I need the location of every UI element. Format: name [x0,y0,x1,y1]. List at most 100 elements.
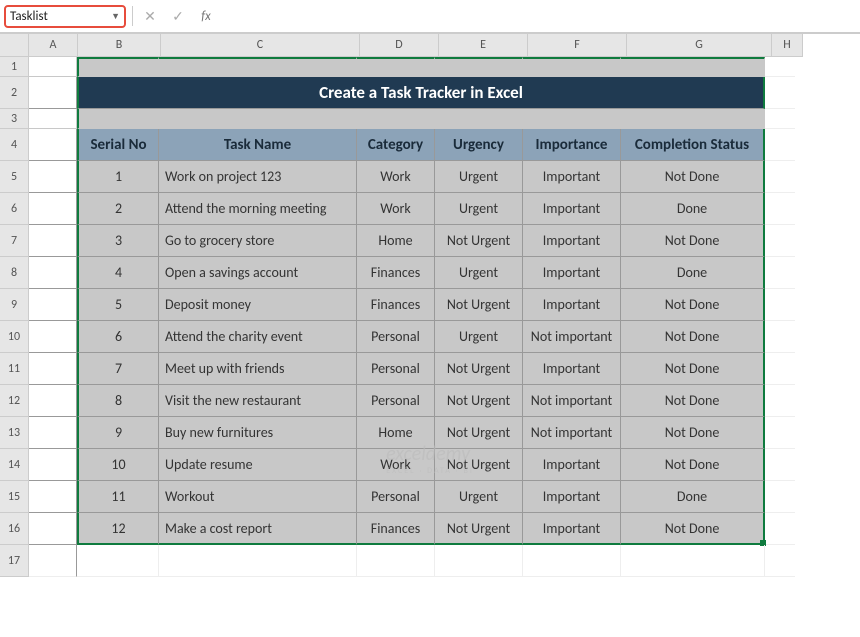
cell[interactable] [765,77,795,109]
col-header[interactable]: G [627,34,772,57]
cell[interactable] [765,417,795,449]
col-header[interactable]: H [772,34,803,57]
cell[interactable] [77,109,159,129]
cell-serial[interactable]: 11 [77,481,159,513]
cell[interactable] [159,57,357,77]
cell[interactable] [29,449,77,481]
cell-category[interactable]: Personal [357,385,435,417]
row-header[interactable]: 3 [0,109,29,129]
col-header[interactable]: F [528,34,627,57]
cell[interactable] [765,321,795,353]
select-all-button[interactable] [0,34,29,57]
fx-icon[interactable]: fx [195,9,217,24]
cell[interactable] [29,321,77,353]
row-header[interactable]: 10 [0,321,29,353]
cell-task[interactable]: Meet up with friends [159,353,357,385]
cell-category[interactable]: Finances [357,257,435,289]
cell-urgency[interactable]: Not Urgent [435,385,523,417]
cell[interactable] [159,109,357,129]
cell[interactable] [29,513,77,545]
cell-category[interactable]: Work [357,193,435,225]
header-cell[interactable]: Category [357,129,435,161]
row-header[interactable]: 4 [0,129,29,161]
cell-category[interactable]: Home [357,225,435,257]
cell[interactable] [765,385,795,417]
cell[interactable] [29,257,77,289]
cell-urgency[interactable]: Urgent [435,193,523,225]
cell-task[interactable]: Visit the new restaurant [159,385,357,417]
cell[interactable] [29,289,77,321]
row-header[interactable]: 8 [0,257,29,289]
cell-status[interactable]: Not Done [621,321,765,353]
cell[interactable] [29,193,77,225]
cell-status[interactable]: Done [621,193,765,225]
cell[interactable] [765,257,795,289]
cell-category[interactable]: Work [357,161,435,193]
cell[interactable] [621,57,765,77]
row-header[interactable]: 11 [0,353,29,385]
cell-category[interactable]: Personal [357,321,435,353]
cell[interactable] [29,225,77,257]
cell-task[interactable]: Workout [159,481,357,513]
cell-status[interactable]: Not Done [621,513,765,545]
cell-serial[interactable]: 5 [77,289,159,321]
cell-task[interactable]: Work on project 123 [159,161,357,193]
cell[interactable] [765,449,795,481]
spreadsheet-grid[interactable]: A B C D E F G H 1 2 Create a Task Tracke… [0,33,860,577]
cell[interactable] [357,109,435,129]
row-header[interactable]: 15 [0,481,29,513]
cell-task[interactable]: Update resume [159,449,357,481]
cell-task[interactable]: Buy new furnitures [159,417,357,449]
cell-category[interactable]: Finances [357,289,435,321]
cell[interactable] [523,545,621,577]
cell-urgency[interactable]: Not Urgent [435,417,523,449]
col-header[interactable]: A [29,34,78,57]
cell-task[interactable]: Make a cost report [159,513,357,545]
cell[interactable] [357,57,435,77]
cell[interactable] [29,57,77,77]
cancel-icon[interactable]: ✕ [139,8,161,25]
cell[interactable] [765,109,795,129]
cell-importance[interactable]: Important [523,513,621,545]
cell-category[interactable]: Personal [357,481,435,513]
cell[interactable] [765,225,795,257]
cell[interactable] [29,353,77,385]
cell[interactable] [159,545,357,577]
cell-serial[interactable]: 10 [77,449,159,481]
row-header[interactable]: 7 [0,225,29,257]
cell[interactable] [621,545,765,577]
cell[interactable] [765,193,795,225]
cell-importance[interactable]: Important [523,289,621,321]
cell-serial[interactable]: 4 [77,257,159,289]
cell-serial[interactable]: 1 [77,161,159,193]
cell-serial[interactable]: 3 [77,225,159,257]
row-header[interactable]: 16 [0,513,29,545]
cell-importance[interactable]: Important [523,225,621,257]
cell[interactable] [523,57,621,77]
cell[interactable] [435,109,523,129]
row-header[interactable]: 12 [0,385,29,417]
cell-task[interactable]: Open a savings account [159,257,357,289]
cell-importance[interactable]: Not important [523,321,621,353]
cell-urgency[interactable]: Not Urgent [435,449,523,481]
cell-importance[interactable]: Important [523,449,621,481]
cell-importance[interactable]: Not important [523,417,621,449]
cell-serial[interactable]: 8 [77,385,159,417]
cell-urgency[interactable]: Not Urgent [435,225,523,257]
title-cell[interactable]: Create a Task Tracker in Excel [77,77,765,109]
cell-urgency[interactable]: Not Urgent [435,513,523,545]
cell-category[interactable]: Finances [357,513,435,545]
cell-category[interactable]: Personal [357,353,435,385]
row-header[interactable]: 13 [0,417,29,449]
row-header[interactable]: 6 [0,193,29,225]
cell[interactable] [77,545,159,577]
cell-status[interactable]: Not Done [621,225,765,257]
cell-status[interactable]: Not Done [621,289,765,321]
row-header[interactable]: 1 [0,57,29,77]
cell-status[interactable]: Done [621,481,765,513]
cell-task[interactable]: Deposit money [159,289,357,321]
cell-urgency[interactable]: Not Urgent [435,353,523,385]
cell[interactable] [765,481,795,513]
cell-serial[interactable]: 6 [77,321,159,353]
cell-category[interactable]: Home [357,417,435,449]
